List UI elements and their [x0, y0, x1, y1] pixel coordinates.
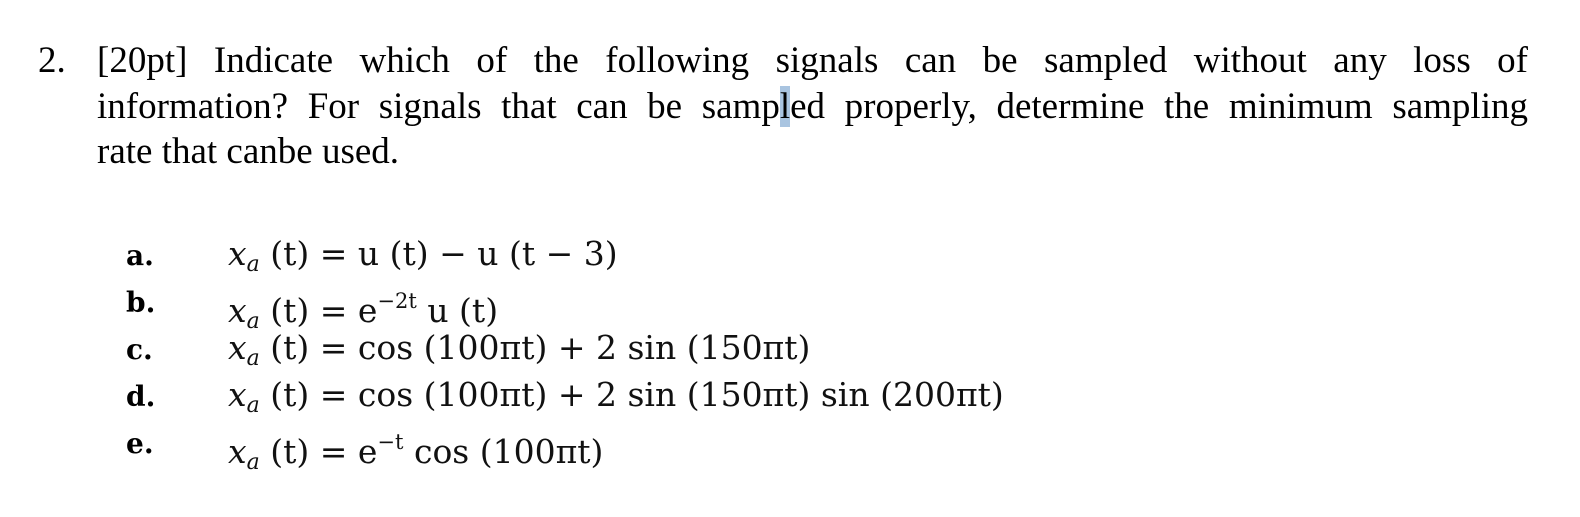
question-text: [20pt] Indicate which of the following s… [97, 38, 1528, 175]
signal-label: a. [126, 239, 154, 272]
question-line-3: rate that canbe used. [97, 131, 400, 172]
question-line-1: [20pt] Indicate which of the following s… [97, 40, 1528, 81]
question-line-2: information? For signals that can be sam… [97, 85, 1528, 127]
signal-label: b. [126, 286, 156, 319]
question-points: [20pt] [97, 40, 188, 81]
signal-label: e. [126, 427, 154, 460]
signal-equation: xa (t) = e−t cos (100πt) [228, 430, 604, 475]
text-cursor-highlight[interactable]: l [779, 85, 791, 127]
question-number: 2. [38, 40, 66, 81]
signal-label: d. [126, 380, 156, 413]
signal-label: c. [126, 333, 153, 366]
question: 2. [20pt] Indicate which of the followin… [38, 38, 1528, 175]
